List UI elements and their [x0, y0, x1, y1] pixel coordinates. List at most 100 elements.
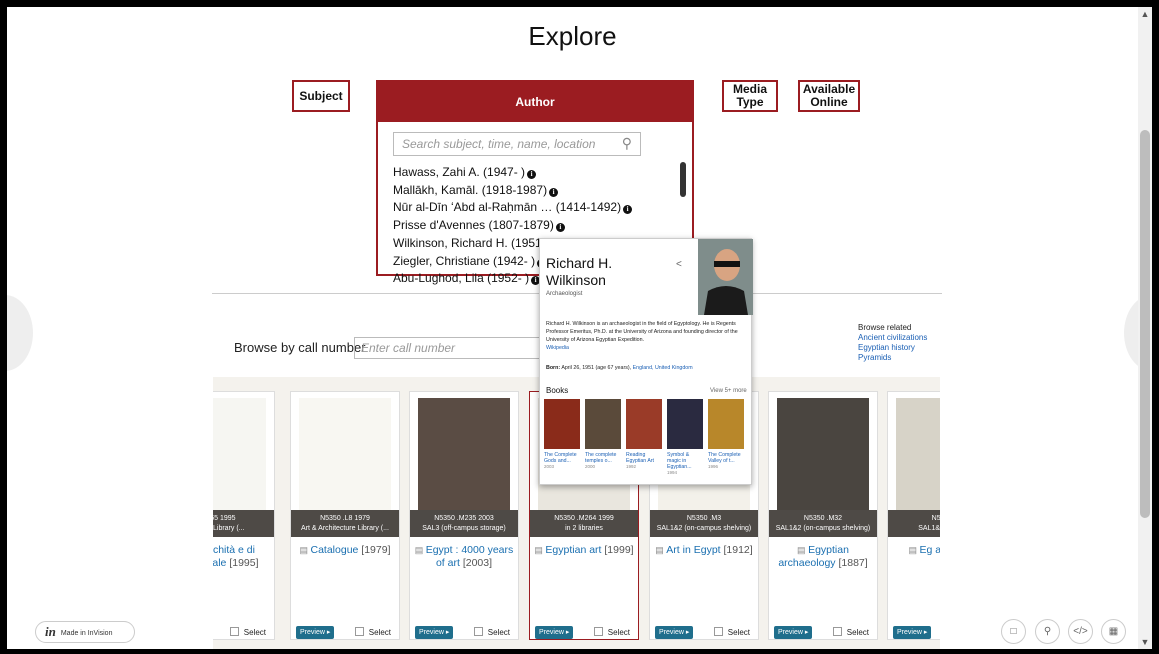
kp-book[interactable]: The Complete Gods and... 2003: [544, 399, 580, 469]
person-photo: [698, 239, 753, 315]
scroll-up-icon[interactable]: ▲: [1138, 7, 1152, 21]
book-card[interactable]: .L65 1995 cture Library (... ▤ antichità e…: [213, 391, 275, 640]
born-label: Born:: [546, 365, 561, 371]
preview-button[interactable]: Preview ▸: [893, 626, 932, 639]
call-number-code: N5350: [931, 515, 940, 522]
author-item[interactable]: Nūr al-Dīn ʻAbd al-Raḥmān … (1414-1492) i: [393, 199, 633, 217]
info-icon[interactable]: i: [549, 187, 559, 197]
select-checkbox[interactable]: Select: [833, 627, 869, 637]
select-checkbox[interactable]: Select: [355, 627, 391, 637]
library-location: SAL1&2 (on-ca: [918, 525, 940, 532]
preview-button[interactable]: Preview ▸: [655, 626, 694, 639]
scroll-thumb[interactable]: [1140, 130, 1150, 518]
window-scrollbar[interactable]: ▲ ▼: [1138, 7, 1152, 649]
scroll-down-icon[interactable]: ▼: [1138, 635, 1152, 649]
info-icon[interactable]: i: [555, 223, 565, 233]
kp-book-title[interactable]: The Complete Valley of t...: [708, 452, 744, 464]
document-icon: ▤: [797, 545, 809, 555]
book-title[interactable]: ▤ Catalogue [1979]: [295, 544, 395, 557]
info-icon[interactable]: i: [623, 205, 633, 215]
library-location: Art & Architecture Library (...: [301, 525, 389, 532]
wikipedia-link[interactable]: Wikipedia: [546, 345, 746, 353]
preview-button[interactable]: Preview ▸: [774, 626, 813, 639]
call-number-input[interactable]: Enter call number: [354, 337, 544, 359]
book-card[interactable]: N5350 .M32 SAL1&2 (on-campus shelving) ▤ E…: [768, 391, 878, 640]
book-title[interactable]: ▤ antichità e di Roma ale [1995]: [213, 544, 270, 569]
book-year: [2003]: [462, 556, 493, 569]
info-icon[interactable]: i: [527, 170, 537, 179]
book-title[interactable]: ▤ Egypt : 4000 years of art [2003]: [414, 544, 514, 569]
code-icon[interactable]: </>: [1068, 619, 1093, 644]
preview-button[interactable]: Preview ▸: [415, 626, 454, 639]
book-card[interactable]: N5350 .M235 2003 SAL3 (off-campus storage…: [409, 391, 519, 640]
select-checkbox[interactable]: Select: [594, 627, 630, 637]
select-checkbox[interactable]: Select: [474, 627, 510, 637]
kp-book-year: 2003: [544, 464, 555, 469]
born-date: April 26, 1951 (age 67 years),: [561, 365, 632, 371]
author-item[interactable]: Prisse d'Avennes (1807-1879) i: [393, 217, 632, 235]
kp-book-cover[interactable]: [585, 399, 621, 449]
preview-button[interactable]: Preview ▸: [296, 626, 335, 639]
book-cover[interactable]: [418, 398, 510, 510]
facet-media-type[interactable]: Media Type: [722, 80, 778, 112]
search-icon[interactable]: ⚲: [1035, 619, 1060, 644]
panel-scrollbar[interactable]: [680, 162, 686, 197]
share-icon[interactable]: <: [676, 259, 682, 270]
book-card[interactable]: N5350 .L8 1979 Art & Architecture Library…: [290, 391, 400, 640]
kp-book-title[interactable]: The Complete Gods and...: [544, 452, 580, 464]
kp-book-year: 1992: [626, 464, 637, 469]
kp-book-cover[interactable]: [667, 399, 703, 449]
preview-button[interactable]: Preview ▸: [535, 626, 574, 639]
author-name: Prisse d'Avennes (1807-1879): [393, 218, 554, 233]
kp-book-title[interactable]: Reading Egyptian Art: [626, 452, 662, 464]
select-checkbox[interactable]: Select: [714, 627, 750, 637]
book-cover[interactable]: [896, 398, 940, 510]
book-card[interactable]: N5350 SAL1&2 (on-ca ▤ Eg archaeol Preview …: [887, 391, 940, 640]
author-name: Mallākh, Kamāl. (1918-1987): [393, 182, 548, 197]
document-icon: ▤: [655, 545, 667, 555]
facet-available-online[interactable]: Available Online: [798, 80, 860, 112]
next-tab[interactable]: [1124, 295, 1138, 371]
author-name: Ziegler, Christiane (1942- ): [393, 253, 536, 268]
kp-book[interactable]: Symbol & magic in Egyptian... 1994: [667, 399, 703, 475]
person-role: Archaeologist: [546, 291, 583, 297]
related-link[interactable]: Egyptian history: [858, 343, 927, 353]
search-icon[interactable]: ⚲: [622, 135, 632, 152]
kp-book-title[interactable]: The complete temples o...: [585, 452, 621, 464]
preview-label: Preview: [300, 629, 325, 636]
view-more-link[interactable]: View 5+ more: [710, 388, 747, 394]
kp-book-cover[interactable]: [626, 399, 662, 449]
book-cover[interactable]: [213, 398, 266, 510]
book-cover[interactable]: [777, 398, 869, 510]
made-in-invision-badge[interactable]: in Made in InVision: [35, 621, 135, 643]
book-title[interactable]: ▤ Eg archaeol: [892, 544, 940, 557]
kp-book-title[interactable]: Symbol & magic in Egyptian...: [667, 452, 703, 470]
kp-book[interactable]: The complete temples o... 2000: [585, 399, 621, 469]
call-number-code: N5350 .M3: [686, 515, 722, 522]
kp-book[interactable]: The Complete Valley of t... 1996: [708, 399, 744, 469]
kp-book-cover[interactable]: [544, 399, 580, 449]
book-title[interactable]: ▤ Egyptian archaeology [1887]: [773, 544, 873, 569]
related-link[interactable]: Ancient civilizations: [858, 333, 927, 343]
select-checkbox[interactable]: Select: [230, 627, 266, 637]
author-search-input[interactable]: Search subject, time, name, location ⚲: [393, 132, 641, 156]
kp-book[interactable]: Reading Egyptian Art 1992: [626, 399, 662, 469]
author-item[interactable]: Mallākh, Kamāl. (1918-1987) i: [393, 182, 632, 200]
born-place-link[interactable]: England, United Kingdom: [633, 365, 693, 371]
document-icon: ▤: [908, 545, 920, 555]
facet-subject[interactable]: Subject: [292, 80, 350, 112]
author-item[interactable]: Hawass, Zahi A. (1947- ) i: [393, 164, 632, 182]
preview-label: Preview: [897, 629, 922, 636]
book-title[interactable]: ▤ Egyptian art [1999]: [534, 544, 634, 557]
book-cover[interactable]: [299, 398, 391, 510]
book-title-text: Catalogue: [310, 544, 359, 556]
call-number: N5350 SAL1&2 (on-ca: [888, 510, 940, 537]
previous-tab[interactable]: [7, 295, 33, 371]
kp-book-cover[interactable]: [708, 399, 744, 449]
grid-icon[interactable]: ▦: [1101, 619, 1126, 644]
facet-author-header[interactable]: Author: [378, 82, 692, 122]
book-title[interactable]: ▤ Art in Egypt [1912]: [654, 544, 754, 557]
library-location: cture Library (...: [213, 525, 245, 532]
related-link[interactable]: Pyramids: [858, 353, 927, 363]
comment-icon[interactable]: □: [1001, 619, 1026, 644]
